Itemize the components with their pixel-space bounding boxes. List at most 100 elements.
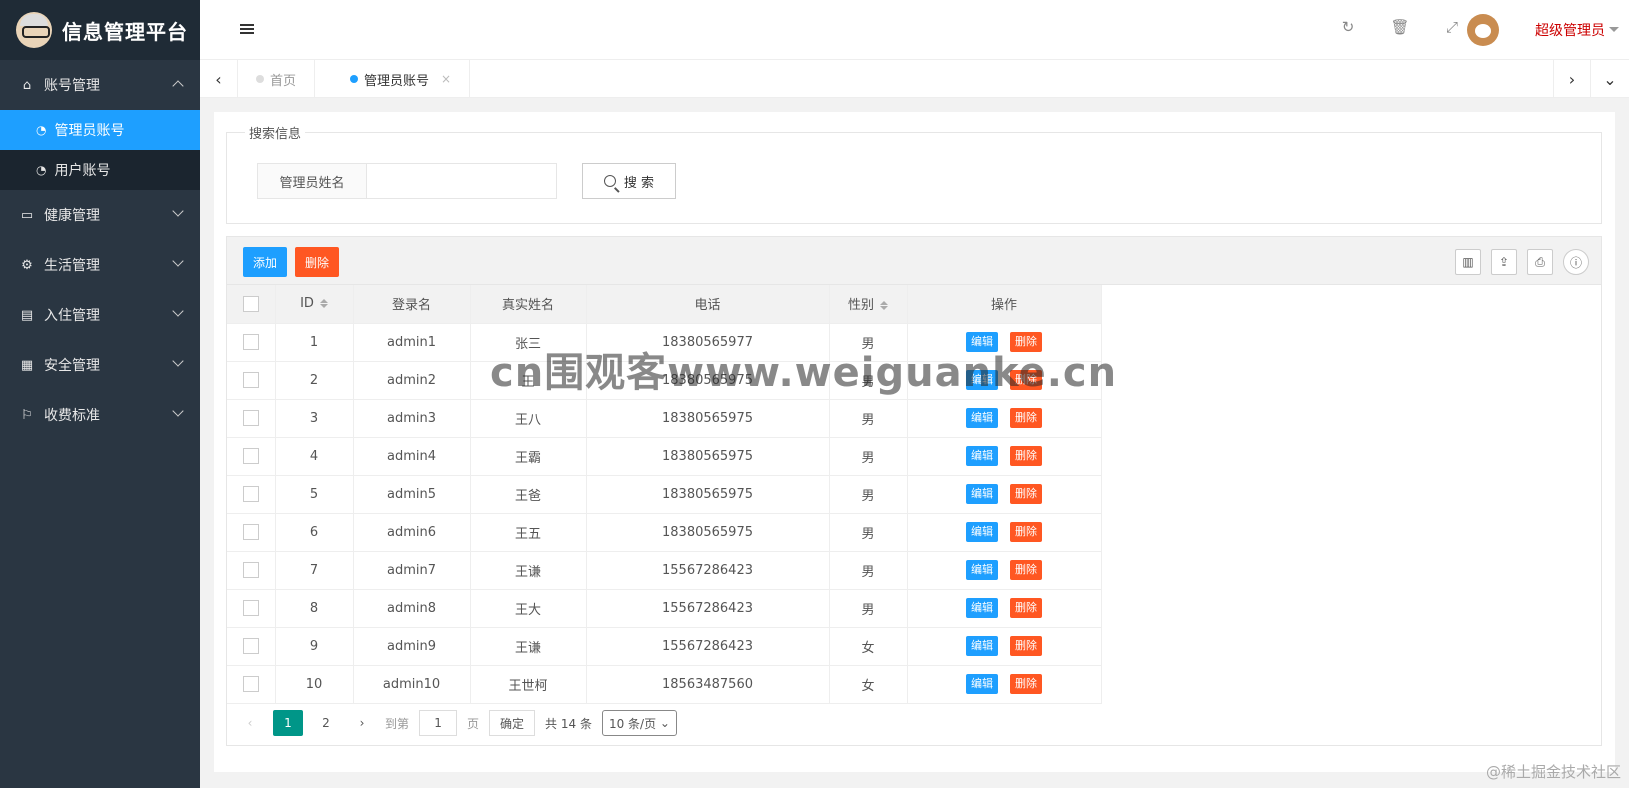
cell-realname: 王爸 — [470, 475, 587, 514]
cell-actions: 编辑 删除 — [907, 437, 1102, 476]
row-checkbox[interactable] — [242, 372, 259, 388]
sidebar-item-admin-account[interactable]: ◔ 管理员账号 — [0, 110, 200, 150]
row-delete-button[interactable]: 删除 — [1010, 598, 1042, 618]
sort-icon[interactable] — [319, 295, 328, 312]
search-button[interactable]: 搜 索 — [582, 163, 676, 199]
row-edit-button[interactable]: 编辑 — [966, 598, 998, 618]
chevron-down-icon — [172, 255, 184, 267]
sidebar-group-label: 入住管理 — [44, 308, 100, 324]
page-2[interactable]: 2 — [313, 710, 339, 736]
cell-id: 3 — [275, 399, 354, 438]
row-checkbox[interactable] — [242, 562, 259, 578]
row-checkbox[interactable] — [242, 410, 259, 426]
refresh-icon[interactable]: ↻ — [1339, 18, 1357, 36]
trash-icon[interactable]: 🗑 — [1390, 18, 1409, 36]
row-checkbox[interactable] — [242, 524, 259, 540]
sidebar-group-checkin[interactable]: ▤ 入住管理 — [0, 290, 200, 340]
print-icon[interactable]: ⎙ — [1527, 249, 1553, 275]
tab-label: 管理员账号 — [364, 73, 430, 89]
row-checkbox[interactable] — [242, 448, 259, 464]
row-checkbox[interactable] — [242, 600, 259, 616]
cell-login: admin2 — [353, 361, 471, 400]
total-count: 共 14 条 — [545, 716, 592, 731]
pagination: ‹ 1 2 › 到第 1 页 确定 共 14 条 10 条/页 ⌄ — [227, 701, 1601, 745]
row-edit-button[interactable]: 编辑 — [966, 636, 998, 656]
sidebar-group-account[interactable]: ⌂ 账号管理 — [0, 60, 200, 110]
row-checkbox[interactable] — [242, 486, 259, 502]
cell-login: admin8 — [353, 589, 471, 628]
sort-icon[interactable] — [880, 297, 888, 314]
cell-gender: 男 — [829, 589, 908, 628]
table-row: 6 admin6 王五 18380565975 男编辑 删除 — [227, 513, 1102, 552]
tab-admin-account[interactable]: 管理员账号 × — [332, 60, 471, 98]
per-page-select[interactable]: 10 条/页 ⌄ — [601, 710, 677, 736]
flag-icon: ⚐ — [21, 407, 33, 423]
row-edit-button[interactable]: 编辑 — [966, 560, 998, 580]
sidebar-group-fees[interactable]: ⚐ 收费标准 — [0, 390, 200, 440]
cell-gender: 男 — [829, 551, 908, 590]
sidebar-group-security[interactable]: ▦ 安全管理 — [0, 340, 200, 390]
tab-home[interactable]: 首页 — [238, 60, 316, 98]
cell-id: 8 — [275, 589, 354, 628]
row-select-cell — [227, 475, 276, 514]
columns-icon[interactable]: ▥ — [1455, 249, 1481, 275]
sidebar-item-user-account[interactable]: ◔ 用户账号 — [0, 150, 200, 190]
delete-button[interactable]: 删除 — [295, 247, 340, 277]
sidebar-group-life[interactable]: ⚙ 生活管理 — [0, 240, 200, 290]
per-page-value: 10 条/页 — [608, 716, 657, 731]
add-button[interactable]: 添加 — [243, 247, 288, 277]
row-checkbox[interactable] — [242, 638, 259, 654]
tab-more-icon[interactable]: ⌄ — [1591, 60, 1629, 98]
chevron-up-icon — [172, 80, 184, 92]
row-checkbox[interactable] — [242, 334, 259, 350]
cell-realname: 王五 — [470, 513, 587, 552]
user-avatar[interactable] — [1467, 14, 1499, 46]
user-menu[interactable]: 超级管理员 — [1535, 20, 1619, 40]
prev-page-icon[interactable]: ‹ — [237, 710, 263, 736]
cell-gender: 男 — [829, 475, 908, 514]
goto-confirm-button[interactable]: 确定 — [489, 710, 536, 736]
row-edit-button[interactable]: 编辑 — [966, 446, 998, 466]
cell-login: admin9 — [353, 627, 471, 666]
page-1[interactable]: 1 — [273, 710, 303, 736]
row-edit-button[interactable]: 编辑 — [966, 674, 998, 694]
row-delete-button[interactable]: 删除 — [1010, 674, 1042, 694]
cell-id: 10 — [275, 665, 354, 704]
info-icon[interactable]: ⓘ — [1563, 249, 1589, 275]
row-delete-button[interactable]: 删除 — [1010, 446, 1042, 466]
row-checkbox[interactable] — [242, 676, 259, 692]
cell-actions: 编辑 删除 — [907, 551, 1102, 590]
export-icon[interactable]: ⇪ — [1491, 249, 1517, 275]
cell-phone: 15567286423 — [586, 627, 830, 666]
row-select-cell — [227, 361, 276, 400]
row-delete-button[interactable]: 删除 — [1010, 522, 1042, 542]
sidebar-item-label: 用户账号 — [54, 163, 111, 179]
tab-close-icon[interactable]: × — [441, 72, 451, 86]
goto-page-input[interactable]: 1 — [419, 710, 458, 736]
col-login: 登录名 — [353, 285, 471, 324]
file-icon: ▤ — [20, 307, 34, 323]
row-delete-button[interactable]: 删除 — [1010, 636, 1042, 656]
menu-toggle-icon[interactable] — [240, 24, 254, 36]
header-icons: ↻ 🗑 ⤢ — [1339, 18, 1461, 36]
cell-phone: 18380565975 — [586, 475, 830, 514]
tab-prev-icon[interactable]: ‹ — [200, 60, 238, 98]
select-all-checkbox[interactable] — [242, 295, 259, 312]
col-id[interactable]: ID — [275, 285, 354, 324]
row-delete-button[interactable]: 删除 — [1010, 484, 1042, 504]
row-edit-button[interactable]: 编辑 — [966, 484, 998, 504]
sidebar-group-health[interactable]: ▭ 健康管理 — [0, 190, 200, 240]
row-delete-button[interactable]: 删除 — [1010, 560, 1042, 580]
row-edit-button[interactable]: 编辑 — [966, 522, 998, 542]
cell-id: 4 — [275, 437, 354, 476]
col-gender[interactable]: 性别 — [829, 285, 908, 324]
tab-next-icon[interactable]: › — [1553, 60, 1591, 98]
row-delete-button[interactable]: 删除 — [1010, 408, 1042, 428]
table-row: 8 admin8 王大 15567286423 男编辑 删除 — [227, 589, 1102, 628]
search-button-label: 搜 索 — [623, 175, 655, 191]
col-realname: 真实姓名 — [470, 285, 587, 324]
admin-name-input[interactable] — [367, 163, 557, 199]
next-page-icon[interactable]: › — [349, 710, 375, 736]
row-edit-button[interactable]: 编辑 — [966, 408, 998, 428]
fullscreen-icon[interactable]: ⤢ — [1443, 18, 1461, 36]
